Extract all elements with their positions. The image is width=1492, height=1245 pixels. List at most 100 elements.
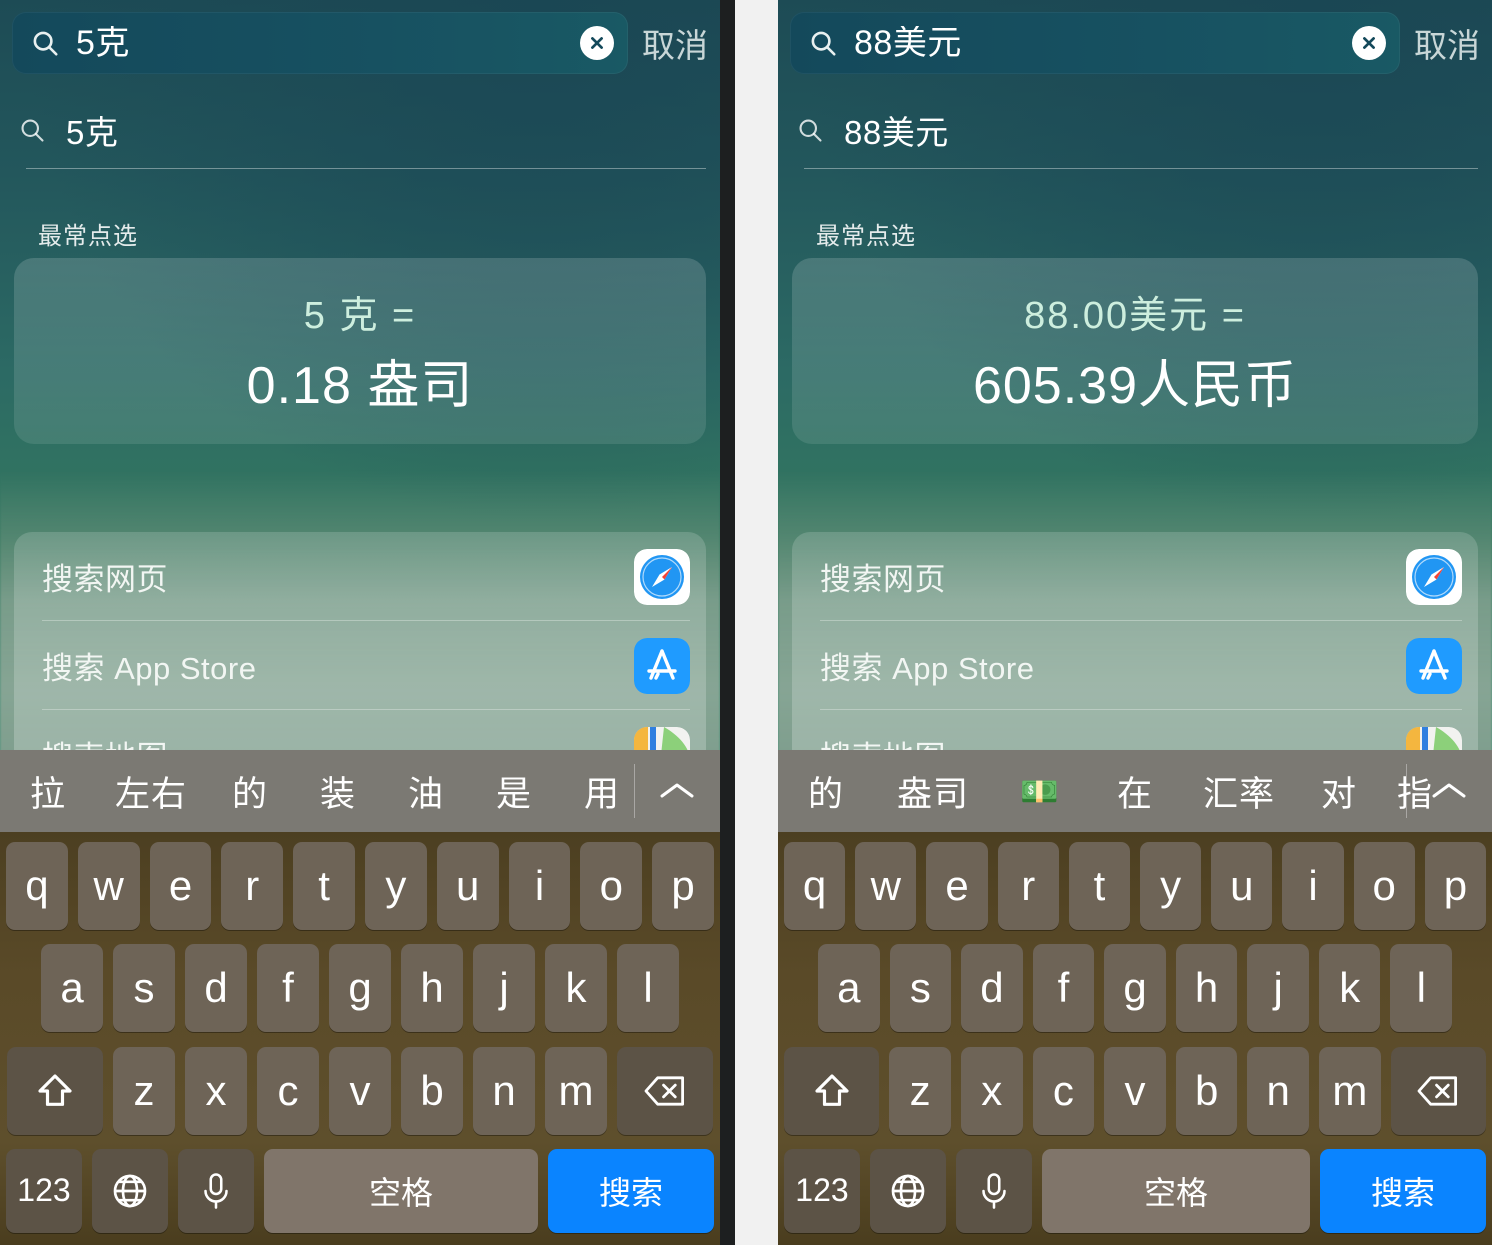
key-t[interactable]: t — [293, 842, 355, 930]
backspace-icon[interactable] — [617, 1046, 713, 1135]
candidate-item[interactable]: 油 — [382, 766, 470, 817]
key-o[interactable]: o — [580, 842, 643, 930]
key-f[interactable]: f — [1032, 944, 1095, 1033]
divider-line — [26, 168, 706, 169]
search-key[interactable]: 搜索 — [1320, 1148, 1486, 1233]
key-a[interactable]: a — [817, 944, 880, 1033]
key-s[interactable]: s — [113, 944, 175, 1033]
clear-circle-icon[interactable] — [580, 26, 614, 60]
list-item[interactable]: 搜索网页 — [792, 532, 1478, 621]
key-z[interactable]: z — [113, 1046, 175, 1135]
key-e[interactable]: e — [149, 842, 212, 930]
key-d[interactable]: d — [961, 944, 1023, 1033]
search-suggestion-row[interactable]: 5克 — [18, 96, 706, 164]
key-w[interactable]: w — [855, 842, 917, 930]
key-j[interactable]: j — [1247, 944, 1309, 1033]
keyboard-right: 的 盎司 💵 在 汇率 对 指 q w e r t y u i o p a s … — [778, 750, 1492, 1245]
key-n[interactable]: n — [473, 1046, 535, 1135]
space-key[interactable]: 空格 — [1042, 1148, 1310, 1233]
key-r[interactable]: r — [221, 842, 284, 930]
cancel-button[interactable]: 取消 — [1414, 19, 1480, 67]
key-u[interactable]: u — [1211, 842, 1273, 930]
key-q[interactable]: q — [783, 842, 846, 930]
microphone-icon[interactable] — [178, 1148, 254, 1233]
keyboard-row-3: z x c v b n m — [783, 1046, 1487, 1135]
search-key[interactable]: 搜索 — [548, 1148, 714, 1233]
backspace-icon[interactable] — [1390, 1046, 1487, 1135]
key-y[interactable]: y — [1140, 842, 1202, 930]
candidate-item[interactable]: 汇率 — [1182, 766, 1296, 817]
space-key[interactable]: 空格 — [264, 1148, 538, 1233]
candidate-item[interactable]: 左右 — [96, 766, 206, 817]
key-v[interactable]: v — [1104, 1046, 1166, 1135]
key-e[interactable]: e — [926, 842, 988, 930]
key-x[interactable]: x — [185, 1046, 247, 1135]
shift-icon[interactable] — [783, 1046, 880, 1135]
candidate-item[interactable]: 用 — [558, 766, 646, 817]
key-o[interactable]: o — [1353, 842, 1415, 930]
list-item[interactable]: 搜索 App Store — [792, 621, 1478, 710]
conversion-from-text: 88.00美元 = — [1024, 295, 1246, 337]
key-h[interactable]: h — [1175, 944, 1238, 1033]
key-f[interactable]: f — [257, 944, 319, 1033]
key-q[interactable]: q — [6, 842, 68, 930]
key-d[interactable]: d — [185, 944, 247, 1033]
key-b[interactable]: b — [1175, 1046, 1238, 1135]
key-v[interactable]: v — [329, 1046, 391, 1135]
candidate-item[interactable]: 装 — [294, 766, 382, 817]
numbers-key[interactable]: 123 — [6, 1148, 82, 1233]
candidate-item[interactable]: 对 — [1296, 766, 1382, 817]
candidate-item[interactable]: 在 — [1088, 766, 1182, 817]
key-h[interactable]: h — [401, 944, 463, 1033]
globe-icon[interactable] — [92, 1148, 168, 1233]
search-suggestion-row[interactable]: 88美元 — [796, 96, 1478, 164]
search-icon — [18, 116, 46, 144]
candidate-item-emoji[interactable]: 💵 — [992, 773, 1088, 810]
chevron-up-icon[interactable] — [634, 750, 720, 832]
numbers-key[interactable]: 123 — [784, 1148, 860, 1233]
key-p[interactable]: p — [652, 842, 714, 930]
candidate-item[interactable]: 的 — [206, 766, 294, 817]
shift-icon[interactable] — [7, 1046, 103, 1135]
key-i[interactable]: i — [508, 842, 571, 930]
key-p[interactable]: p — [1424, 842, 1487, 930]
clear-circle-icon[interactable] — [1352, 26, 1386, 60]
key-z[interactable]: z — [889, 1046, 951, 1135]
key-b[interactable]: b — [401, 1046, 463, 1135]
key-s[interactable]: s — [889, 944, 952, 1033]
key-t[interactable]: t — [1068, 842, 1130, 930]
key-x[interactable]: x — [960, 1046, 1023, 1135]
key-m[interactable]: m — [545, 1046, 607, 1135]
key-u[interactable]: u — [436, 842, 499, 930]
chevron-up-icon[interactable] — [1406, 750, 1492, 832]
list-item[interactable]: 搜索网页 — [14, 532, 706, 621]
key-l[interactable]: l — [1390, 944, 1453, 1033]
candidate-item[interactable]: 盎司 — [874, 766, 992, 817]
globe-icon[interactable] — [870, 1148, 946, 1233]
key-j[interactable]: j — [473, 944, 535, 1033]
conversion-result-card[interactable]: 5 克 = 0.18 盎司 — [14, 258, 706, 444]
search-input[interactable]: 88美元 — [790, 12, 1400, 74]
key-g[interactable]: g — [1104, 944, 1166, 1033]
key-n[interactable]: n — [1247, 1046, 1310, 1135]
list-item[interactable]: 搜索 App Store — [14, 621, 706, 710]
microphone-icon[interactable] — [956, 1148, 1032, 1233]
key-m[interactable]: m — [1319, 1046, 1381, 1135]
candidate-item[interactable]: 拉 — [0, 766, 96, 817]
key-k[interactable]: k — [1318, 944, 1381, 1033]
search-input[interactable]: 5克 — [12, 12, 628, 74]
key-y[interactable]: y — [365, 842, 427, 930]
key-i[interactable]: i — [1282, 842, 1344, 930]
key-c[interactable]: c — [257, 1046, 319, 1135]
key-g[interactable]: g — [329, 944, 391, 1033]
key-c[interactable]: c — [1032, 1046, 1095, 1135]
conversion-result-card[interactable]: 88.00美元 = 605.39人民币 — [792, 258, 1478, 444]
key-r[interactable]: r — [997, 842, 1059, 930]
candidate-item[interactable]: 是 — [470, 766, 558, 817]
key-k[interactable]: k — [545, 944, 607, 1033]
candidate-item[interactable]: 的 — [778, 766, 874, 817]
key-a[interactable]: a — [41, 944, 103, 1033]
key-w[interactable]: w — [77, 842, 140, 930]
cancel-button[interactable]: 取消 — [642, 19, 708, 67]
key-l[interactable]: l — [617, 944, 679, 1033]
